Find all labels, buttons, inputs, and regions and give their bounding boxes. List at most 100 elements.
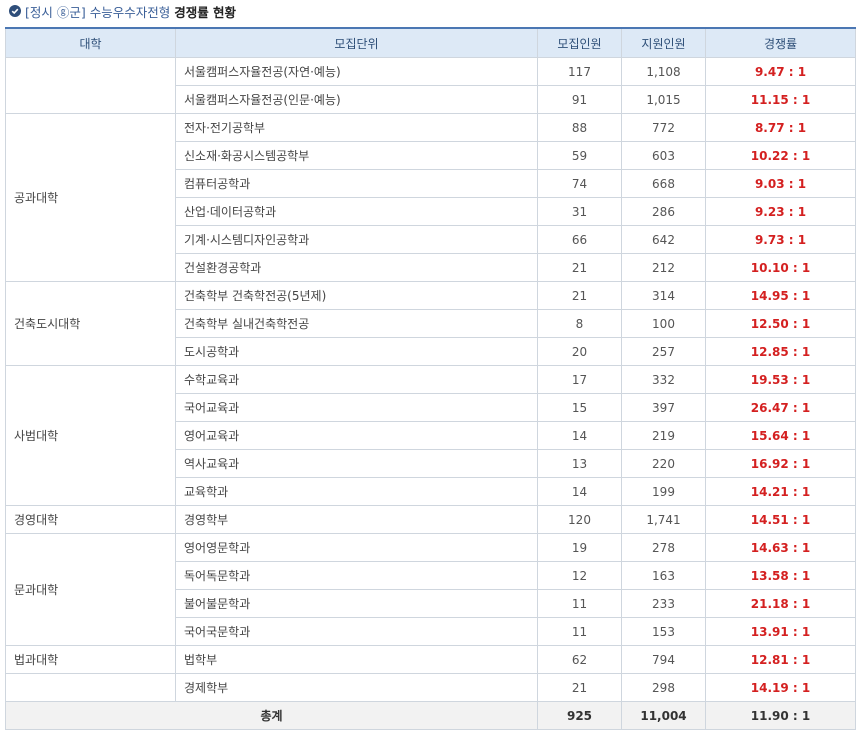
- rate-cell: 16.92 : 1: [705, 449, 856, 478]
- table-row: 법과대학 법학부 62 794 12.81 : 1: [5, 645, 856, 674]
- college-cell: 건축도시대학: [5, 281, 176, 366]
- table-row: 문과대학 영어영문학과 19 278 14.63 : 1: [5, 533, 856, 646]
- unit-cell: 불어불문학과: [175, 589, 538, 618]
- applicants-cell: 257: [621, 337, 706, 366]
- unit-cell: 수학교육과: [175, 365, 538, 394]
- rate-cell: 21.18 : 1: [705, 589, 856, 618]
- applicants-cell: 794: [621, 645, 706, 674]
- total-label: 총계: [5, 701, 538, 730]
- unit-cell: 기계·시스템디자인공학과: [175, 225, 538, 254]
- quota-cell: 66: [537, 225, 622, 254]
- rate-cell: 26.47 : 1: [705, 393, 856, 422]
- college-cell: 문과대학: [5, 533, 176, 646]
- applicants-cell: 603: [621, 141, 706, 170]
- rate-cell: 14.21 : 1: [705, 477, 856, 506]
- table-body: 서울캠퍼스자율전공(자연·예능) 117 1,108 9.47 : 1 서울캠퍼스자율전…: [5, 57, 856, 702]
- quota-cell: 21: [537, 253, 622, 282]
- college-cell: 경영대학: [5, 505, 176, 534]
- section-title: [정시 ⓖ군] 수능우수자전형 경쟁률 현황: [9, 2, 236, 20]
- quota-cell: 11: [537, 617, 622, 646]
- rate-cell: 12.50 : 1: [705, 309, 856, 338]
- unit-cell: 국어국문학과: [175, 617, 538, 646]
- table-row: 경제학부 21 298 14.19 : 1: [5, 673, 856, 702]
- quota-cell: 31: [537, 197, 622, 226]
- quota-cell: 21: [537, 673, 622, 702]
- unit-cell: 국어교육과: [175, 393, 538, 422]
- total-rate: 11.90 : 1: [705, 701, 856, 730]
- quota-cell: 74: [537, 169, 622, 198]
- rate-cell: 10.10 : 1: [705, 253, 856, 282]
- applicants-cell: 332: [621, 365, 706, 394]
- applicants-cell: 219: [621, 421, 706, 450]
- unit-cell: 법학부: [175, 645, 538, 674]
- unit-cell: 도시공학과: [175, 337, 538, 366]
- applicants-cell: 314: [621, 281, 706, 310]
- header-college: 대학: [5, 27, 176, 58]
- table-row: 서울캠퍼스자율전공(자연·예능) 117 1,108 9.47 : 1: [5, 57, 856, 114]
- rate-cell: 8.77 : 1: [705, 113, 856, 142]
- quota-cell: 8: [537, 309, 622, 338]
- applicants-cell: 668: [621, 169, 706, 198]
- unit-cell: 산업·데이터공학과: [175, 197, 538, 226]
- rate-cell: 11.15 : 1: [705, 85, 856, 114]
- unit-cell: 역사교육과: [175, 449, 538, 478]
- unit-cell: 경제학부: [175, 673, 538, 702]
- quota-cell: 59: [537, 141, 622, 170]
- total-applicants: 11,004: [621, 701, 706, 730]
- unit-cell: 영어교육과: [175, 421, 538, 450]
- applicants-cell: 1,108: [621, 57, 706, 86]
- quota-cell: 62: [537, 645, 622, 674]
- unit-cell: 신소재·화공시스템공학부: [175, 141, 538, 170]
- applicants-cell: 298: [621, 673, 706, 702]
- quota-cell: 117: [537, 57, 622, 86]
- table-row: 사범대학 수학교육과 17 332 19.53 : 1: [5, 365, 856, 506]
- rate-cell: 9.73 : 1: [705, 225, 856, 254]
- rate-cell: 13.91 : 1: [705, 617, 856, 646]
- applicants-cell: 233: [621, 589, 706, 618]
- rate-cell: 19.53 : 1: [705, 365, 856, 394]
- unit-cell: 경영학부: [175, 505, 538, 534]
- quota-cell: 91: [537, 85, 622, 114]
- unit-cell: 교육학과: [175, 477, 538, 506]
- rate-cell: 14.95 : 1: [705, 281, 856, 310]
- college-cell: [5, 57, 176, 114]
- college-cell: 공과대학: [5, 113, 176, 282]
- applicants-cell: 397: [621, 393, 706, 422]
- applicants-cell: 212: [621, 253, 706, 282]
- applicants-cell: 278: [621, 533, 706, 562]
- unit-cell: 건축학부 실내건축학전공: [175, 309, 538, 338]
- rate-cell: 14.63 : 1: [705, 533, 856, 562]
- rate-cell: 9.23 : 1: [705, 197, 856, 226]
- applicants-cell: 772: [621, 113, 706, 142]
- quota-cell: 13: [537, 449, 622, 478]
- quota-cell: 17: [537, 365, 622, 394]
- unit-cell: 건축학부 건축학전공(5년제): [175, 281, 538, 310]
- quota-cell: 11: [537, 589, 622, 618]
- unit-cell: 서울캠퍼스자율전공(자연·예능): [175, 57, 538, 86]
- title-main: 경쟁률 현황: [174, 4, 237, 20]
- unit-cell: 컴퓨터공학과: [175, 169, 538, 198]
- header-quota: 모집인원: [537, 27, 622, 58]
- college-cell: [5, 673, 176, 702]
- quota-cell: 12: [537, 561, 622, 590]
- quota-cell: 88: [537, 113, 622, 142]
- title-prefix: [정시 ⓖ군] 수능우수자전형: [25, 4, 171, 20]
- rate-cell: 10.22 : 1: [705, 141, 856, 170]
- applicants-cell: 1,741: [621, 505, 706, 534]
- applicants-cell: 642: [621, 225, 706, 254]
- quota-cell: 120: [537, 505, 622, 534]
- quota-cell: 19: [537, 533, 622, 562]
- applicants-cell: 163: [621, 561, 706, 590]
- rate-cell: 12.85 : 1: [705, 337, 856, 366]
- rate-cell: 14.19 : 1: [705, 673, 856, 702]
- quota-cell: 14: [537, 421, 622, 450]
- competition-table: 대학 모집단위 모집인원 지원인원 경쟁률 서울캠퍼스자율전공(자연·예능) 11…: [5, 27, 856, 730]
- total-quota: 925: [537, 701, 622, 730]
- quota-cell: 15: [537, 393, 622, 422]
- quota-cell: 20: [537, 337, 622, 366]
- header-rate: 경쟁률: [705, 27, 856, 58]
- rate-cell: 9.47 : 1: [705, 57, 856, 86]
- rate-cell: 12.81 : 1: [705, 645, 856, 674]
- unit-cell: 건설환경공학과: [175, 253, 538, 282]
- college-cell: 사범대학: [5, 365, 176, 506]
